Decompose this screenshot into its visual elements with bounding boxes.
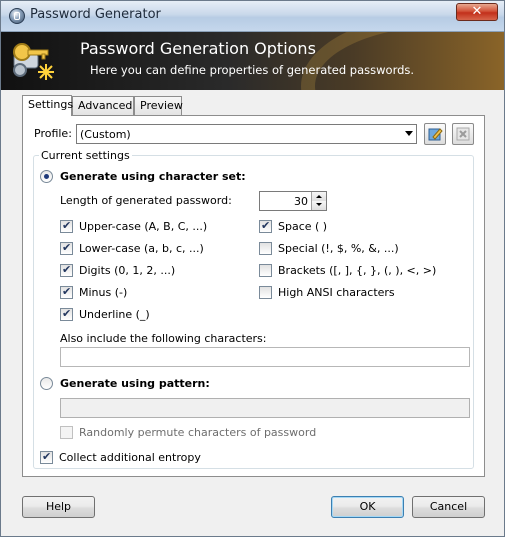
also-include-input[interactable] (60, 347, 470, 367)
chevron-down-icon (405, 131, 413, 136)
entropy-checkbox[interactable] (40, 450, 53, 464)
lowercase-checkbox[interactable] (60, 241, 73, 255)
banner-decoration (301, 32, 504, 90)
brackets-label[interactable]: Brackets ([, ], {, }, (, ), <, >) (278, 264, 436, 277)
space-label[interactable]: Space ( ) (278, 220, 327, 233)
length-stepper[interactable]: 30 (259, 191, 327, 211)
tab-advanced[interactable]: Advanced (72, 96, 134, 115)
group-title: Current settings (39, 149, 132, 162)
banner-title: Password Generation Options (80, 39, 316, 58)
underline-checkbox[interactable] (60, 307, 73, 321)
underline-label[interactable]: Underline (_) (79, 308, 150, 321)
banner-subtitle: Here you can define properties of genera… (90, 63, 415, 77)
high-ansi-checkbox[interactable] (259, 286, 272, 299)
brackets-checkbox[interactable] (259, 264, 272, 277)
password-generator-window: Password Generator ✕ Password Generation… (0, 0, 505, 537)
charset-radio-label[interactable]: Generate using character set: (60, 170, 246, 183)
space-checkbox[interactable] (259, 219, 272, 233)
tab-settings[interactable]: Settings (22, 95, 73, 116)
help-button[interactable]: Help (22, 496, 95, 518)
cancel-button[interactable]: Cancel (412, 496, 485, 518)
stepper-down-icon[interactable] (312, 201, 326, 210)
title-bar[interactable]: Password Generator ✕ (1, 1, 504, 32)
profile-dropdown-value: (Custom) (80, 128, 131, 141)
length-value: 30 (294, 195, 308, 208)
lowercase-label[interactable]: Lower-case (a, b, c, ...) (79, 242, 204, 255)
delete-profile-button[interactable] (452, 123, 474, 145)
also-include-label: Also include the following characters: (60, 332, 267, 345)
entropy-label[interactable]: Collect additional entropy (59, 451, 201, 464)
pattern-radio[interactable] (40, 377, 53, 390)
delete-icon (456, 127, 470, 141)
header-banner: Password Generation Options Here you can… (1, 32, 504, 90)
pattern-radio-label[interactable]: Generate using pattern: (60, 377, 210, 390)
window-title: Password Generator (30, 7, 161, 22)
pattern-input[interactable] (60, 398, 470, 418)
ok-button[interactable]: OK (331, 496, 404, 518)
stepper-buttons (311, 192, 326, 210)
keys-icon (12, 40, 58, 84)
minus-label[interactable]: Minus (-) (79, 286, 127, 299)
digits-label[interactable]: Digits (0, 1, 2, ...) (79, 264, 175, 277)
special-checkbox[interactable] (259, 242, 272, 255)
high-ansi-label[interactable]: High ANSI characters (278, 286, 395, 299)
digits-checkbox[interactable] (60, 263, 73, 277)
save-profile-button[interactable] (424, 123, 446, 145)
special-label[interactable]: Special (!, $, %, &, ...) (278, 242, 399, 255)
edit-profile-icon (428, 128, 443, 141)
uppercase-label[interactable]: Upper-case (A, B, C, ...) (79, 220, 207, 233)
uppercase-checkbox[interactable] (60, 219, 73, 233)
profile-dropdown[interactable]: (Custom) (76, 124, 417, 144)
length-label: Length of generated password: (60, 194, 232, 207)
lock-icon (9, 8, 25, 24)
tab-preview[interactable]: Preview (134, 96, 183, 115)
charset-radio[interactable] (40, 170, 53, 183)
permute-checkbox[interactable] (60, 426, 73, 439)
minus-checkbox[interactable] (60, 285, 73, 299)
close-button[interactable]: ✕ (456, 3, 498, 21)
profile-label: Profile: (34, 127, 72, 140)
permute-label[interactable]: Randomly permute characters of password (79, 426, 316, 439)
